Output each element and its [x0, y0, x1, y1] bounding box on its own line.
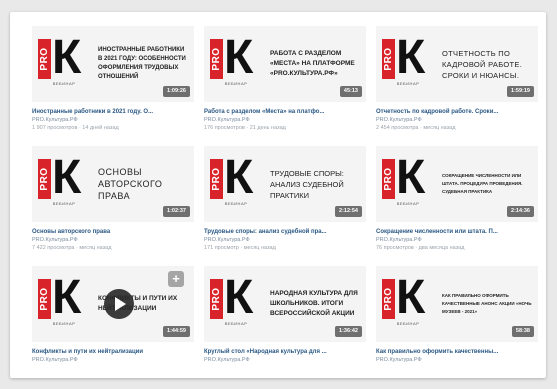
channel-link[interactable]: PRO.Культура.РФ — [376, 116, 538, 124]
thumbnail-title: Иностранные работники в 2021 году: особе… — [98, 47, 186, 80]
duration-badge: 1:59:19 — [507, 86, 534, 97]
video-card[interactable]: PRO К ВЕБИНАР Работа с разделом «Места» … — [204, 26, 366, 132]
pro-k-logo: PRO К ВЕБИНАР — [38, 31, 82, 86]
video-card[interactable]: PRO К ВЕБИНАР Сокращение численности или… — [376, 146, 538, 252]
pro-k-logo: PRO К ВЕБИНАР — [210, 151, 254, 206]
video-thumbnail[interactable]: PRO К ВЕБИНАР Отчетность по кадровой раб… — [376, 26, 538, 102]
video-card[interactable]: PRO К ВЕБИНАР Основы авторского права 1:… — [32, 146, 194, 252]
video-title[interactable]: Отчетность по кадровой работе. Сроки... — [376, 108, 538, 116]
duration-badge: 2:12:54 — [335, 206, 362, 217]
video-meta: 76 просмотров · два месяца назад — [376, 245, 465, 251]
video-title[interactable]: Сокращение численности или штата. П... — [376, 228, 538, 236]
video-grid: PRO К ВЕБИНАР Иностранные работники в 20… — [32, 26, 538, 364]
video-card[interactable]: PRO К ВЕБИНАР Народная культура для школ… — [204, 266, 366, 364]
play-icon[interactable] — [104, 289, 134, 319]
video-thumbnail[interactable]: PRO К ВЕБИНАР Трудовые споры: анализ суд… — [204, 146, 366, 222]
duration-badge: 2:14:36 — [507, 206, 534, 217]
channel-link[interactable]: PRO.Культура.РФ — [32, 116, 194, 124]
channel-link[interactable]: PRO.Культура.РФ — [204, 236, 366, 244]
video-thumbnail[interactable]: PRO К ВЕБИНАР Народная культура для школ… — [204, 266, 366, 342]
video-title[interactable]: Конфликты и пути их нейтрализации — [32, 348, 194, 356]
duration-badge: 1:44:59 — [163, 326, 190, 337]
channel-link[interactable]: PRO.Культура.РФ — [376, 356, 538, 364]
video-thumbnail[interactable]: PRO К ВЕБИНАР Как правильно оформить кач… — [376, 266, 538, 342]
thumbnail-title: Сокращение численности или штата. Процед… — [442, 173, 523, 194]
video-meta: 7 422 просмотра · месяц назад — [32, 245, 112, 251]
video-thumbnail[interactable]: PRO К ВЕБИНАР Основы авторского права 1:… — [32, 146, 194, 222]
thumbnail-title: Трудовые споры: анализ судебной практики — [270, 168, 344, 200]
video-card[interactable]: PRO К ВЕБИНАР Отчетность по кадровой раб… — [376, 26, 538, 132]
pro-k-logo: PRO К ВЕБИНАР — [210, 271, 254, 326]
video-title[interactable]: Работа с разделом «Места» на платфо... — [204, 108, 366, 116]
video-thumbnail[interactable]: PRO К ВЕБИНАР Сокращение численности или… — [376, 146, 538, 222]
video-title[interactable]: Иностранные работники в 2021 году. О... — [32, 108, 194, 116]
video-card[interactable]: PRO К ВЕБИНАР Иностранные работники в 20… — [32, 26, 194, 132]
pro-k-logo: PRO К ВЕБИНАР — [38, 271, 82, 326]
video-card[interactable]: PRO К ВЕБИНАР Трудовые споры: анализ суд… — [204, 146, 366, 252]
video-meta: 176 просмотров · 21 день назад — [204, 125, 286, 131]
thumbnail-title: Народная культура для школьников. Итоги … — [270, 290, 358, 317]
duration-badge: 1:09:26 — [163, 86, 190, 97]
video-meta: 171 просмотр · месяц назад — [204, 245, 276, 251]
channel-link[interactable]: PRO.Культура.РФ — [32, 356, 194, 364]
pro-k-logo: PRO К ВЕБИНАР — [210, 31, 254, 86]
pro-k-logo: PRO К ВЕБИНАР — [382, 151, 426, 206]
thumbnail-title: Основы авторского права — [98, 167, 163, 201]
video-thumbnail[interactable]: PRO К ВЕБИНАР Работа с разделом «Места» … — [204, 26, 366, 102]
video-meta: 1 907 просмотров · 14 дней назад — [32, 125, 119, 131]
video-title[interactable]: Круглый стол «Народная культура для ... — [204, 348, 366, 356]
duration-badge: 58:38 — [511, 326, 534, 337]
channel-link[interactable]: PRO.Культура.РФ — [32, 236, 194, 244]
thumbnail-title: Как правильно оформить качественные анон… — [442, 293, 532, 314]
video-card[interactable]: PRO К ВЕБИНАР Конфликты и пути их нейтра… — [32, 266, 194, 364]
pro-k-logo: PRO К ВЕБИНАР — [382, 271, 426, 326]
pro-k-logo: PRO К ВЕБИНАР — [38, 151, 82, 206]
thumbnail-title: Работа с разделом «Места» на платформе «… — [270, 50, 355, 77]
duration-badge: 1:36:42 — [335, 326, 362, 337]
pro-k-logo: PRO К ВЕБИНАР — [382, 31, 426, 86]
thumbnail-title: Отчетность по кадровой работе. Сроки и н… — [442, 48, 523, 80]
video-card[interactable]: PRO К ВЕБИНАР Как правильно оформить кач… — [376, 266, 538, 364]
video-thumbnail[interactable]: PRO К ВЕБИНАР Конфликты и пути их нейтра… — [32, 266, 194, 342]
channel-link[interactable]: PRO.Культура.РФ — [204, 356, 366, 364]
video-title[interactable]: Трудовые споры: анализ судебной пра... — [204, 228, 366, 236]
duration-badge: 1:02:37 — [163, 206, 190, 217]
duration-badge: 45:13 — [339, 86, 362, 97]
video-title[interactable]: Основы авторского права — [32, 228, 194, 236]
video-thumbnail[interactable]: PRO К ВЕБИНАР Иностранные работники в 20… — [32, 26, 194, 102]
video-page: PRO К ВЕБИНАР Иностранные работники в 20… — [10, 12, 546, 378]
video-meta: 2 454 просмотра · месяц назад — [376, 125, 456, 131]
video-title[interactable]: Как правильно оформить качественны... — [376, 348, 538, 356]
add-to-playlist-button[interactable]: + — [168, 271, 184, 287]
channel-link[interactable]: PRO.Культура.РФ — [376, 236, 538, 244]
channel-link[interactable]: PRO.Культура.РФ — [204, 116, 366, 124]
